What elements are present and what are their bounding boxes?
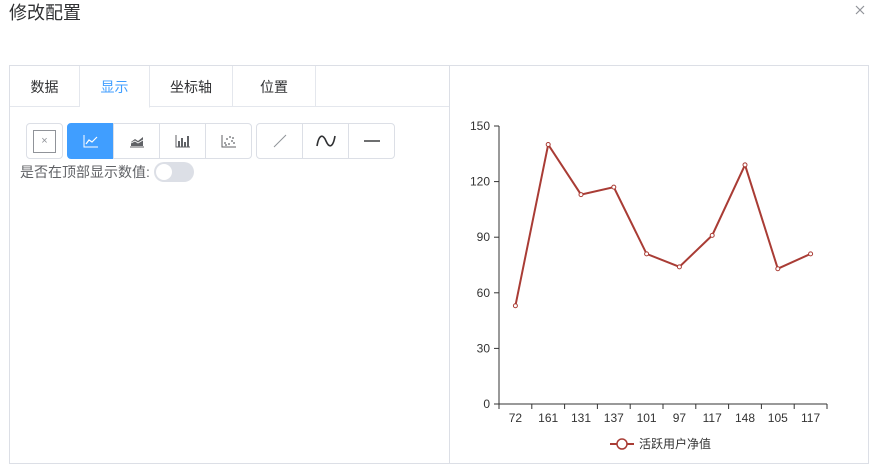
tab-axis[interactable]: 坐标轴 xyxy=(150,66,233,107)
data-point xyxy=(709,232,715,238)
close-icon[interactable] xyxy=(853,3,867,17)
x-tick-label: 72 xyxy=(509,411,523,425)
data-point xyxy=(808,251,814,257)
data-point xyxy=(644,251,650,257)
x-tick-label: 101 xyxy=(637,411,657,425)
data-point xyxy=(512,303,518,309)
chart-preview-panel: 0 30 60 90 120 150 72 161 131 137 101 97 117 148 105 11… xyxy=(449,65,869,464)
data-point xyxy=(611,184,617,190)
scatter-chart-icon xyxy=(221,135,236,148)
show-top-values-option: 是否在顶部显示数值: xyxy=(20,162,194,182)
horizontal-line-button[interactable] xyxy=(348,123,395,159)
y-tick-label: 90 xyxy=(477,230,491,244)
horizontal-line-icon xyxy=(363,140,380,142)
switch-knob xyxy=(155,164,172,180)
line-chart-button[interactable] xyxy=(67,123,114,159)
bar-chart-icon xyxy=(175,135,190,148)
chart-toolbar: × xyxy=(26,123,399,159)
area-chart-icon xyxy=(129,137,144,148)
smooth-line-button[interactable] xyxy=(302,123,349,159)
tab-display[interactable]: 显示 xyxy=(80,66,150,108)
data-point xyxy=(775,266,781,272)
tab-position[interactable]: 位置 xyxy=(233,66,316,107)
no-chart-button[interactable]: × xyxy=(26,123,63,159)
y-tick-label: 0 xyxy=(483,397,490,411)
y-tick-label: 30 xyxy=(477,341,491,355)
line-chart: 0 30 60 90 120 150 72 161 131 137 101 97 117 148 105 11… xyxy=(470,119,828,451)
show-top-values-label: 是否在顶部显示数值: xyxy=(20,164,150,180)
none-icon: × xyxy=(33,129,56,153)
x-tick-label: 148 xyxy=(735,411,755,425)
data-point xyxy=(545,142,551,148)
straight-line-icon xyxy=(273,134,286,148)
y-tick-label: 120 xyxy=(470,175,490,189)
line-chart-icon xyxy=(83,135,98,148)
smooth-line-icon xyxy=(315,135,336,147)
bar-chart-button[interactable] xyxy=(159,123,206,159)
legend-label: 活跃用户净值 xyxy=(639,436,711,451)
tab-data[interactable]: 数据 xyxy=(10,66,80,107)
x-tick-label: 131 xyxy=(571,411,591,425)
x-tick-label: 97 xyxy=(673,411,687,425)
x-tick-label: 161 xyxy=(538,411,558,425)
data-point xyxy=(578,192,584,198)
tab-bar: 数据 显示 坐标轴 位置 xyxy=(10,66,449,108)
straight-line-button[interactable] xyxy=(256,123,303,159)
x-tick-label: 117 xyxy=(801,411,820,425)
data-point xyxy=(676,264,682,270)
scatter-chart-button[interactable] xyxy=(205,123,252,159)
legend-marker xyxy=(616,438,628,450)
data-point xyxy=(742,162,748,168)
show-top-values-switch[interactable] xyxy=(153,162,194,182)
series-line xyxy=(514,141,812,306)
x-tick-label: 105 xyxy=(768,411,788,425)
config-panel: 数据 显示 坐标轴 位置 × 是否在顶部显示数值: xyxy=(9,65,450,464)
dialog-title: 修改配置 xyxy=(9,3,81,23)
x-tick-label: 137 xyxy=(604,411,624,425)
y-tick-label: 60 xyxy=(477,286,491,300)
x-tick-label: 117 xyxy=(703,411,722,425)
y-tick-label: 150 xyxy=(470,119,490,133)
area-chart-button[interactable] xyxy=(113,123,160,159)
